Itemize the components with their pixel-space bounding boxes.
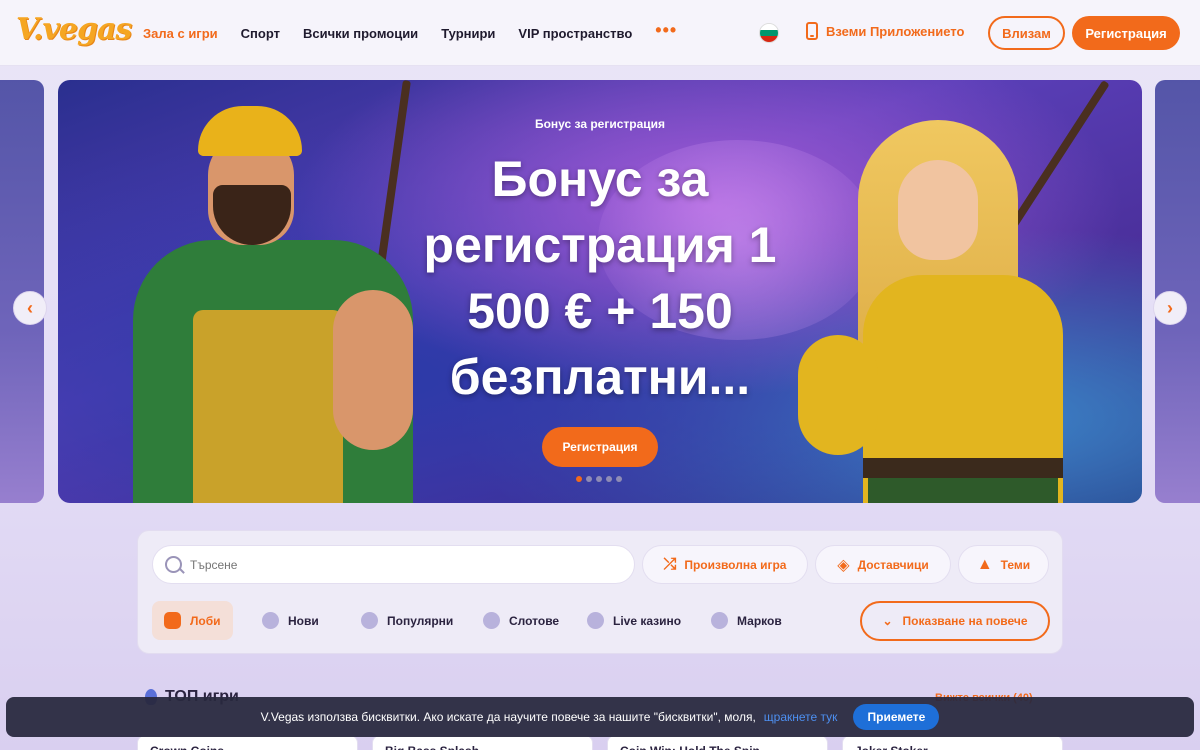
hero-subtitle: Бонус за регистрация [534, 117, 666, 131]
nav-item-promotions[interactable]: Всички промоции [303, 26, 418, 41]
category-slots[interactable]: Слотове [483, 601, 559, 640]
nav-item-games-hall[interactable]: Зала с игри [143, 26, 218, 41]
shapes-icon: ▲ [976, 555, 993, 573]
cookie-banner: V.Vegas използва бисквитки. Ако искате д… [6, 697, 1194, 737]
category-label: Лоби [190, 613, 221, 628]
category-label: Live казино [613, 613, 682, 628]
woman-pants [868, 478, 1058, 503]
random-game-label: Произволна игра [684, 557, 787, 572]
new-icon [262, 612, 279, 629]
accept-cookies-button[interactable]: Приемете [853, 704, 940, 730]
nav-item-vip[interactable]: VIP пространство [518, 26, 632, 41]
category-label: Марков [737, 613, 782, 628]
chevron-down-icon: ⌄ [882, 614, 893, 628]
search-input[interactable] [190, 557, 610, 572]
category-label: Нови [288, 613, 319, 628]
woman-arm [798, 335, 878, 455]
chevron-left-icon[interactable]: ‹ [13, 291, 47, 325]
nav-item-sport[interactable]: Спорт [241, 26, 280, 41]
fisherman-arm [333, 290, 413, 450]
show-more-button[interactable]: ⌄ Показване на повече [860, 601, 1050, 641]
themes-label: Теми [1000, 557, 1031, 572]
top-games-row: Crown Coins Big Bass Splash Coin Win: Ho… [137, 735, 1063, 750]
woman-face [898, 160, 978, 260]
game-filter-panel: ⤮ Произволна игра ◈ Доставчици ▲ Теми Ло… [137, 530, 1063, 654]
game-card[interactable]: Crown Coins [137, 735, 358, 750]
hero-banner[interactable]: Бонус за регистрация Бонус за регистраци… [58, 80, 1142, 503]
game-card[interactable]: Big Bass Splash [372, 735, 593, 750]
get-app-label: Вземи Приложението [826, 23, 965, 39]
category-label: Популярни [387, 613, 454, 628]
cookie-info-link[interactable]: щракнете тук [764, 710, 838, 724]
category-label: Слотове [509, 613, 560, 628]
carousel-dot[interactable] [596, 476, 602, 482]
carousel-dot[interactable] [586, 476, 592, 482]
category-popular[interactable]: Популярни [361, 601, 453, 640]
more-menu-icon[interactable]: ••• [655, 20, 677, 41]
carousel-dot[interactable] [576, 476, 582, 482]
game-card[interactable]: Joker Stoker [842, 735, 1063, 750]
site-header: V.vegas Зала с игри Спорт Всички промоци… [0, 0, 1200, 66]
woman-belt [863, 458, 1063, 478]
slot-icon [483, 612, 500, 629]
gamepad-icon [711, 612, 728, 629]
category-markov[interactable]: Марков [711, 601, 782, 640]
fisherman-cap [198, 106, 302, 156]
category-live-casino[interactable]: Live казино [587, 601, 681, 640]
vvegas-logo[interactable]: V.vegas [16, 12, 132, 54]
prev-slide-peek [0, 80, 44, 503]
heart-icon [361, 612, 378, 629]
game-card[interactable]: Coin Win: Hold The Spin [607, 735, 828, 750]
login-button[interactable]: Влизам [988, 16, 1065, 50]
show-more-label: Показване на повече [902, 614, 1028, 628]
category-new[interactable]: Нови [262, 601, 319, 640]
fisherman-overalls [193, 310, 343, 503]
search-icon [165, 556, 182, 573]
logo-text: V.vegas [16, 12, 132, 47]
phone-icon [806, 22, 818, 40]
shuffle-icon: ⤮ [663, 555, 677, 573]
bulgaria-flag-icon[interactable] [759, 23, 779, 43]
main-nav: Зала с игри Спорт Всички промоции Турнир… [143, 0, 700, 66]
providers-label: Доставчици [857, 557, 929, 572]
themes-button[interactable]: ▲ Теми [958, 545, 1049, 584]
register-button[interactable]: Регистрация [1072, 16, 1180, 50]
live-icon [587, 612, 604, 629]
nav-item-tournaments[interactable]: Турнири [441, 26, 495, 41]
chevron-right-icon[interactable]: › [1153, 291, 1187, 325]
hero-title: Бонус за регистрация 1 500 € + 150 безпл… [423, 151, 777, 405]
carousel-dot[interactable] [606, 476, 612, 482]
random-game-button[interactable]: ⤮ Произволна игра [642, 545, 808, 584]
search-field[interactable] [152, 545, 635, 584]
hero-register-button[interactable]: Регистрация [542, 427, 658, 467]
home-icon [164, 612, 181, 629]
carousel-dots [576, 476, 622, 482]
next-slide-peek [1155, 80, 1200, 503]
providers-button[interactable]: ◈ Доставчици [815, 545, 951, 584]
carousel-dot[interactable] [616, 476, 622, 482]
get-app-link[interactable]: Вземи Приложението [806, 22, 964, 40]
cube-icon: ◈ [837, 556, 850, 574]
category-lobby[interactable]: Лоби [152, 601, 233, 640]
cookie-text: V.Vegas използва бисквитки. Ако искате д… [260, 710, 756, 724]
